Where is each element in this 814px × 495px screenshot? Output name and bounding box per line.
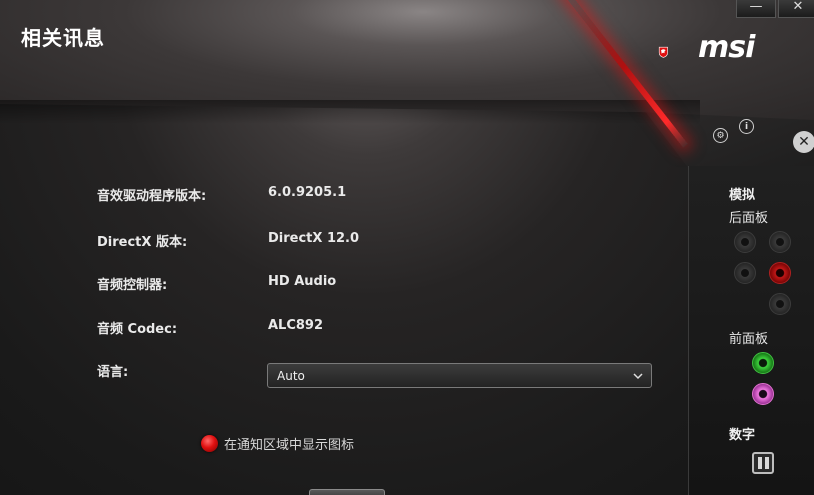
audio-codec-value: ALC892 xyxy=(268,318,324,333)
driver-version-value: 6.0.9205.1 xyxy=(268,185,347,200)
gear-icon[interactable]: ⚙ xyxy=(713,128,728,143)
front-jack-pink[interactable] xyxy=(752,383,774,405)
msi-logo-text: msi xyxy=(698,30,755,65)
rear-jack-1[interactable] xyxy=(734,231,756,253)
header-shadow xyxy=(0,100,700,124)
digital-output-icon[interactable] xyxy=(752,452,774,474)
analog-heading: 模拟 xyxy=(729,188,756,203)
front-jack-green[interactable] xyxy=(752,352,774,374)
rear-jack-5[interactable] xyxy=(769,293,791,315)
bottom-button[interactable] xyxy=(309,489,385,495)
chevron-down-icon xyxy=(633,373,643,380)
digital-heading: 数字 xyxy=(729,428,756,443)
rear-jack-3[interactable] xyxy=(734,262,756,284)
audio-codec-label: 音频 Codec: xyxy=(97,322,178,337)
show-tray-icon-label: 在通知区域中显示图标 xyxy=(224,438,355,453)
driver-version-label: 音效驱动程序版本: xyxy=(97,189,207,204)
show-tray-icon-toggle[interactable] xyxy=(201,435,218,452)
rear-jack-red[interactable] xyxy=(769,262,791,284)
page-title: 相关讯息 xyxy=(21,26,105,50)
info-icon[interactable]: i xyxy=(739,119,754,134)
directx-version-label: DirectX 版本: xyxy=(97,235,188,250)
directx-version-value: DirectX 12.0 xyxy=(268,231,360,246)
msi-dragon-logo-icon xyxy=(658,46,668,58)
audio-manager-window: 相关讯息 — ✕ msi ⚙ i ✕ 音效驱动程序版本: 6.0.9205.1 … xyxy=(0,0,814,495)
audio-controller-value: HD Audio xyxy=(268,274,337,289)
tools-icon[interactable]: ✕ xyxy=(793,131,814,153)
close-button[interactable]: ✕ xyxy=(778,0,814,18)
language-label: 语言: xyxy=(97,365,129,380)
rear-jack-2[interactable] xyxy=(769,231,791,253)
audio-controller-label: 音频控制器: xyxy=(97,278,168,293)
language-select-value: Auto xyxy=(277,369,305,383)
minimize-button[interactable]: — xyxy=(736,0,776,18)
language-select[interactable]: Auto xyxy=(267,363,652,388)
front-panel-heading: 前面板 xyxy=(729,332,769,347)
rear-panel-heading: 后面板 xyxy=(729,211,769,226)
